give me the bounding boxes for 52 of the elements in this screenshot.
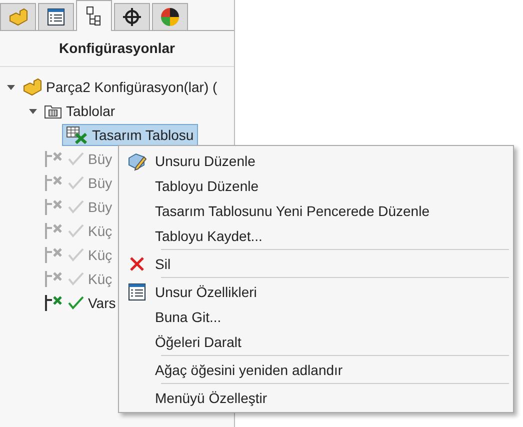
spreadsheet-icon [66, 126, 88, 144]
configuration-icon [44, 150, 64, 168]
check-icon [68, 152, 84, 166]
menu-item[interactable]: Unsuru Düzenle [119, 148, 513, 173]
tree-item[interactable]: Büy [40, 148, 116, 170]
configuration-icon [44, 294, 64, 312]
list-icon [47, 8, 65, 26]
configuration-icon [44, 174, 64, 192]
panel-tab[interactable] [152, 3, 188, 30]
tree-item[interactable]: Küç [40, 220, 116, 242]
menu-item[interactable]: Buna Git... [119, 304, 513, 329]
configuration-icon [44, 198, 64, 216]
check-icon [68, 272, 84, 286]
expand-arrow-icon[interactable] [26, 107, 40, 115]
configuration-icon [44, 222, 64, 240]
check-icon [68, 176, 84, 190]
check-icon [68, 224, 84, 238]
tree-item[interactable]: Parça2 Konfigürasyon(lar) ( [18, 76, 222, 98]
part-icon [22, 78, 42, 96]
tree-item[interactable]: Tasarım Tablosu [62, 124, 198, 146]
panel-tab[interactable] [76, 0, 112, 31]
menu-item[interactable]: Unsur Özellikleri [119, 279, 513, 304]
check-icon [68, 296, 84, 310]
menu-item[interactable]: Ağaç öğesini yeniden adlandır [119, 357, 513, 382]
tree-icon [86, 6, 102, 26]
menu-item[interactable]: Tabloyu Kaydet... [119, 223, 513, 248]
tree-item[interactable]: Büy [40, 172, 116, 194]
part-icon [8, 8, 28, 26]
menu-item[interactable]: Sil [119, 251, 513, 276]
menu-item[interactable]: Menüyü Özelleştir [119, 385, 513, 410]
menu-item[interactable]: Öğeleri Daralt [119, 329, 513, 354]
edit-cube-icon [127, 150, 147, 170]
configuration-icon [44, 246, 64, 264]
list-icon [128, 282, 146, 300]
menu-item[interactable]: Tabloyu Düzenle [119, 173, 513, 198]
tree-item[interactable]: Büy [40, 196, 116, 218]
color-ball-icon [160, 7, 180, 27]
configuration-icon [44, 270, 64, 288]
panel-tab[interactable] [114, 3, 150, 30]
tree-item[interactable]: Tablolar [40, 101, 120, 121]
table-folder-icon [44, 103, 62, 119]
check-icon [68, 248, 84, 262]
tree-item[interactable]: Küç [40, 244, 116, 266]
panel-title: Konfigürasyonlar [0, 31, 234, 67]
menu-item[interactable]: Tasarım Tablosunu Yeni Pencerede Düzenle [119, 198, 513, 223]
tree-item[interactable]: Vars [40, 292, 120, 314]
panel-tab[interactable] [38, 3, 74, 30]
tree-item[interactable]: Küç [40, 268, 116, 290]
crosshair-icon [122, 7, 142, 27]
expand-arrow-icon[interactable] [4, 83, 18, 91]
check-icon [68, 200, 84, 214]
delete-icon [129, 256, 145, 272]
